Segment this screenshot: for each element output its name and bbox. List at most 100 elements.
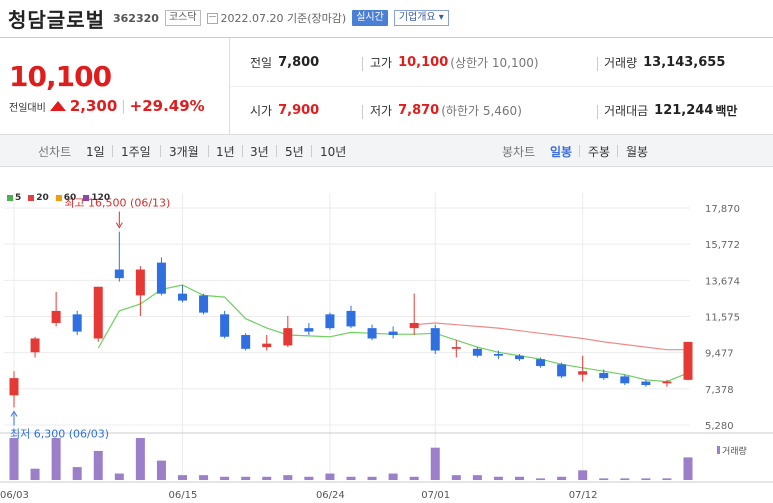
lower-limit: (하한가 5,460) [441, 104, 522, 118]
price-summary: 10,100 전일대비 2,300 | +29.49% [0, 38, 230, 135]
candle-body [472, 348, 482, 356]
legend-ma5: 5 [7, 193, 21, 203]
candle-body [430, 328, 440, 351]
candle-body [388, 331, 398, 336]
legend-swatch [7, 195, 13, 201]
volume-bar [578, 470, 588, 480]
candle-tab-weekly[interactable]: 주봉 [588, 143, 610, 160]
separator [579, 145, 580, 157]
candle-body [304, 328, 314, 332]
candle-body [30, 338, 40, 353]
candle-body [557, 364, 567, 377]
period-tab-1d[interactable]: 1일 [86, 143, 105, 160]
candle-body [409, 322, 419, 329]
volume-value: 13,143,655 [643, 55, 726, 70]
volume-bar [72, 467, 82, 480]
market-badge: 코스닥 [164, 10, 201, 26]
low-value: 7,870 [398, 103, 440, 118]
candle-body [662, 381, 672, 384]
volume-bar [199, 475, 209, 480]
line-chart-label: 선차트 [38, 145, 72, 159]
y-tick-label: 5,280 [705, 421, 734, 432]
volume-bar [114, 473, 124, 480]
candle-body [283, 328, 293, 346]
change-value: 2,300 [69, 97, 118, 115]
volume-legend-swatch [717, 446, 720, 454]
period-tab-1y[interactable]: 1년 [216, 143, 235, 160]
separator [276, 145, 277, 157]
period-tab-5y[interactable]: 5년 [285, 143, 304, 160]
separator [617, 145, 618, 157]
legend-swatch [83, 195, 90, 201]
prev-close: 전일 7,800 [250, 54, 319, 71]
separator [311, 145, 312, 157]
low-price: 저가 7,870 (하한가 5,460) [370, 102, 522, 119]
legend-ma120: 120 [83, 193, 110, 203]
x-tick-label: 07/01 [421, 490, 450, 501]
ma20-line [414, 322, 688, 351]
y-tick-label: 17,870 [705, 204, 740, 215]
date-info: 2022.07.20 기준(장마감) [206, 10, 346, 26]
legend-ma60: 60 [55, 193, 77, 203]
stock-code: 362320 [113, 11, 159, 25]
volume-bar [557, 476, 567, 480]
period-tab-10y[interactable]: 10년 [320, 143, 346, 160]
x-tick-label: 06/03 [0, 490, 29, 501]
trade-amount: 거래대금 121,244 백만 [604, 102, 737, 119]
change-row: 전일대비 2,300 | +29.49% [9, 97, 205, 115]
candle-body [262, 343, 272, 348]
candle-body [641, 381, 651, 386]
candle-body [578, 371, 588, 375]
candle-body [51, 310, 61, 323]
legend-label: 120 [91, 193, 111, 203]
y-tick-label: 13,674 [705, 276, 740, 287]
open-label: 시가 [250, 104, 273, 118]
volume-bar [178, 475, 187, 480]
candle-body [367, 328, 377, 339]
period-tab-3m[interactable]: 3개월 [169, 143, 199, 160]
candle-body [346, 310, 356, 327]
candle-tab-daily[interactable]: 일봉 [550, 143, 572, 160]
separator [208, 145, 209, 157]
chart-tabs: 선차트 1일 1주일 3개월 1년 3년 5년 10년 봉차트 일봉 주봉 월봉 [0, 135, 773, 167]
separator [242, 145, 243, 157]
candle-body [135, 269, 145, 296]
candle-body [683, 341, 693, 380]
candle-body [451, 347, 461, 349]
candle-body [199, 295, 209, 313]
candlestick-chart-svg: 17,870 15,772 13,674 11,575 9,477 7,378 5,280 0… [0, 193, 773, 501]
volume-bar [641, 478, 651, 480]
period-tab-3y[interactable]: 3년 [250, 143, 269, 160]
calendar-icon [206, 12, 218, 24]
realtime-button[interactable]: 실시간 [352, 10, 388, 26]
volume-bar [430, 447, 440, 480]
up-arrow-icon [49, 101, 66, 111]
volume: 거래량 13,143,655 [604, 54, 725, 71]
candle-body [178, 293, 187, 301]
low-label: 저가 [370, 104, 393, 118]
candle-body [72, 314, 82, 332]
legend-swatch [55, 195, 62, 201]
candle-body [536, 359, 546, 367]
amount-unit: 백만 [715, 104, 738, 118]
candle-tab-monthly[interactable]: 월봉 [626, 143, 648, 160]
volume-bar [367, 476, 377, 480]
company-info-dropdown[interactable]: 기업개요 ▾ [393, 10, 449, 26]
volume-bar [388, 473, 398, 480]
period-tab-1w[interactable]: 1주일 [121, 143, 151, 160]
separator [597, 57, 598, 71]
change-separator: | [121, 98, 126, 114]
volume-bar [346, 476, 356, 480]
high-value: 10,100 [398, 55, 449, 70]
change-percent: +29.49% [129, 97, 205, 115]
price-chart[interactable]: 5 20 60 120 17,870 15,772 13,674 11,575 9,47… [0, 168, 773, 503]
volume-label: 거래량 [722, 445, 747, 457]
change-label: 전일대비 [9, 102, 46, 114]
candle-body [220, 314, 230, 337]
separator [362, 105, 363, 119]
candle-body [241, 335, 251, 349]
candle-body [599, 372, 609, 379]
y-tick-label: 7,378 [705, 385, 734, 396]
legend-label: 60 [63, 193, 77, 203]
candle-body [93, 286, 103, 339]
